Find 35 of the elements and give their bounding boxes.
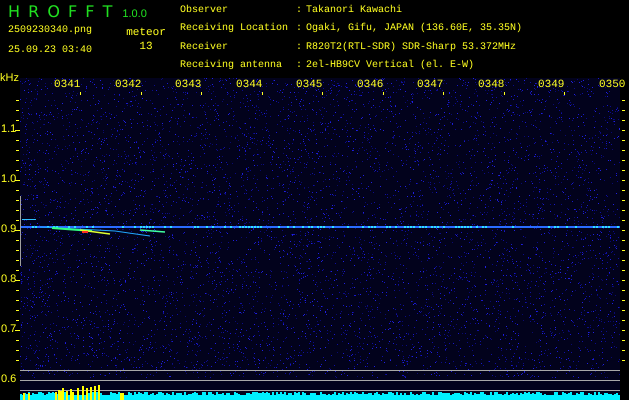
axis-label: 0.8 — [1, 274, 16, 285]
info-value: Takanori Kawachi — [306, 5, 404, 18]
time-label: 0342 — [115, 80, 139, 91]
date-time: 25.09.23 03:40 — [8, 45, 94, 57]
info-label: Receiving antenna — [180, 60, 284, 73]
info-label: Receiver — [180, 42, 230, 54]
time-label: 0341 — [54, 80, 78, 91]
time-label: 0345 — [296, 80, 320, 91]
time-label: 0348 — [478, 80, 502, 91]
time-label: 0346 — [357, 80, 381, 91]
axis-label: 0.7 — [1, 324, 16, 335]
axis-label: 1.0 — [1, 174, 16, 185]
info-label: Observer — [180, 5, 230, 18]
time-label: 0347 — [417, 80, 441, 91]
info-separator: : — [296, 42, 304, 54]
info-label: Receiving Location — [180, 23, 290, 36]
file-name: 2509230340.png — [8, 25, 94, 37]
info-value: 2el-HB9CV Vertical (el. E-W) — [306, 60, 476, 73]
info-separator: : — [296, 60, 304, 73]
axis-label: 1.1 — [1, 124, 16, 135]
unit-label: kHz — [0, 73, 19, 84]
info-value: Ogaki, Gifu, JAPAN (136.60E, 35.35N) — [306, 23, 524, 36]
counter-label: meteor — [126, 26, 166, 40]
info-value: R820T2(RTL-SDR) SDR-Sharp 53.372MHz — [306, 42, 518, 54]
app-title: H R O F F T — [8, 4, 112, 20]
axis-label: 0.6 — [1, 374, 16, 385]
meteor-count: 13 — [139, 40, 153, 54]
time-label: 0349 — [538, 80, 562, 91]
version-label: 1.0.0 — [122, 8, 147, 20]
time-label: 0350 — [599, 80, 623, 91]
info-separator: : — [296, 5, 304, 18]
time-label: 0343 — [175, 80, 199, 91]
axis-label: 0.9 — [1, 224, 16, 235]
time-label: 0344 — [236, 80, 260, 91]
info-separator: : — [296, 23, 304, 36]
